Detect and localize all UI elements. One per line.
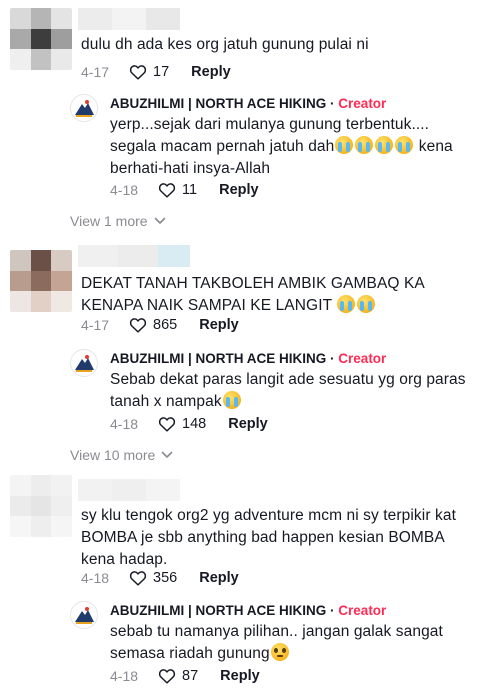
heart-outline-icon (158, 669, 176, 684)
username-blurred[interactable] (78, 479, 180, 501)
comment-text-line-1: DEKAT TANAH TAKBOLEH AMBIK GAMBAQ KA (81, 275, 425, 292)
reply-button[interactable]: Reply (199, 570, 239, 586)
reply-date: 4-18 (110, 416, 139, 432)
hiker-logo-icon (75, 100, 94, 117)
reply-text-line-1: yerp...sejak dari mulanya gunung terbent… (110, 116, 430, 133)
view-more-replies[interactable]: View 10 more (70, 447, 173, 463)
like-count: 87 (182, 668, 199, 684)
comment-date: 4-17 (81, 317, 110, 333)
user-avatar-blurred[interactable] (10, 8, 72, 70)
crying-emoji (335, 136, 354, 154)
like-count: 17 (153, 64, 170, 80)
comment-meta: 4-18 356 Reply (81, 568, 239, 588)
like-button[interactable]: 148 (158, 416, 206, 432)
crying-emoji (375, 136, 394, 154)
creator-name[interactable]: ABUZHILMI | NORTH ACE HIKING (110, 96, 326, 111)
like-button[interactable]: 17 (129, 64, 169, 80)
like-button[interactable]: 865 (129, 317, 177, 333)
comment-text: dulu dh ada kes org jatuh gunung pulai n… (81, 36, 369, 53)
comment-text-line-1: sy klu tengok org2 yg adventure mcm ni s… (81, 507, 456, 524)
separator-dot: · (330, 96, 335, 111)
creator-badge: Creator (338, 603, 387, 618)
reply-text-line-2: tanah x nampak (110, 393, 222, 410)
user-avatar-blurred[interactable] (10, 475, 72, 537)
like-button[interactable]: 356 (129, 570, 177, 586)
like-count: 11 (182, 182, 198, 198)
like-count: 865 (153, 317, 178, 333)
comment-text-line-3: kena hadap. (81, 551, 168, 568)
creator-name-line: ABUZHILMI | NORTH ACE HIKING · Creator (110, 351, 386, 366)
creator-name-line: ABUZHILMI | NORTH ACE HIKING · Creator (110, 603, 386, 618)
chevron-down-icon (162, 451, 173, 458)
heart-outline-icon (158, 183, 176, 198)
creator-avatar[interactable] (70, 94, 98, 122)
reply-text: sebab tu namanya pilihan.. jangan galak … (110, 621, 443, 665)
comment-meta: 4-17 17 Reply (81, 62, 231, 82)
separator-dot: · (330, 351, 335, 366)
creator-name-line: ABUZHILMI | NORTH ACE HIKING · Creator (110, 96, 386, 111)
reply-text-line-1: Sebab dekat paras langit ade sesuatu yg … (110, 371, 466, 388)
comment-text-line-2: KENAPA NAIK SAMPAI KE LANGIT (81, 297, 337, 314)
chevron-down-icon (154, 217, 165, 224)
username-blurred[interactable] (78, 245, 190, 267)
reply-button[interactable]: Reply (219, 182, 259, 198)
crying-emoji (357, 295, 376, 313)
separator-dot: · (330, 603, 335, 618)
like-button[interactable]: 87 (158, 668, 198, 684)
creator-name[interactable]: ABUZHILMI | NORTH ACE HIKING (110, 603, 326, 618)
reply-text-line-2-end: kena (414, 138, 453, 155)
reply-meta: 4-18 148 Reply (110, 414, 268, 434)
reply-button[interactable]: Reply (199, 317, 239, 333)
user-avatar-blurred[interactable] (10, 250, 72, 312)
creator-badge: Creator (338, 351, 387, 366)
comment-date: 4-18 (81, 570, 110, 586)
reply-date: 4-18 (110, 182, 139, 198)
reply-date: 4-18 (110, 668, 139, 684)
heart-outline-icon (129, 318, 147, 333)
comment-meta: 4-17 865 Reply (81, 315, 239, 335)
reply-button[interactable]: Reply (220, 668, 260, 684)
reply-text: yerp...sejak dari mulanya gunung terbent… (110, 114, 453, 180)
hiker-logo-icon (75, 607, 94, 624)
reply-meta: 4-18 87 Reply (110, 666, 260, 686)
heart-outline-icon (129, 65, 147, 80)
creator-avatar[interactable] (70, 601, 98, 629)
heart-outline-icon (158, 417, 176, 432)
crying-emoji (395, 136, 414, 154)
like-count: 148 (182, 416, 207, 432)
hiker-logo-icon (75, 355, 94, 372)
crying-emoji (222, 391, 241, 409)
reply-text-line-3: berhati-hati insya-Allah (110, 160, 271, 177)
reply-button[interactable]: Reply (228, 416, 268, 432)
view-more-label: View 1 more (70, 213, 148, 229)
view-more-replies[interactable]: View 1 more (70, 213, 166, 229)
crying-emoji (337, 295, 356, 313)
view-more-label: View 10 more (70, 447, 156, 463)
creator-name[interactable]: ABUZHILMI | NORTH ACE HIKING (110, 351, 326, 366)
reply-text-line-1: sebab tu namanya pilihan.. jangan galak … (110, 623, 443, 640)
comment-date: 4-17 (81, 64, 110, 80)
pleading-emoji (270, 643, 289, 661)
comment-text: sy klu tengok org2 yg adventure mcm ni s… (81, 505, 456, 571)
crying-emoji (355, 136, 374, 154)
comment-text: DEKAT TANAH TAKBOLEH AMBIK GAMBAQ KA KEN… (81, 273, 425, 317)
reply-button[interactable]: Reply (191, 64, 231, 80)
comment-text-line-2: BOMBA je sbb anything bad happen kesian … (81, 529, 445, 546)
like-count: 356 (153, 570, 178, 586)
reply-text-line-2: semasa riadah gunung (110, 645, 270, 662)
reply-meta: 4-18 11 Reply (110, 180, 259, 200)
like-button[interactable]: 11 (158, 182, 197, 198)
reply-text-line-2: segala macam pernah jatuh dah (110, 138, 335, 155)
heart-outline-icon (129, 571, 147, 586)
username-blurred[interactable] (78, 8, 180, 30)
reply-text: Sebab dekat paras langit ade sesuatu yg … (110, 369, 466, 413)
creator-avatar[interactable] (70, 349, 98, 377)
creator-badge: Creator (338, 96, 387, 111)
